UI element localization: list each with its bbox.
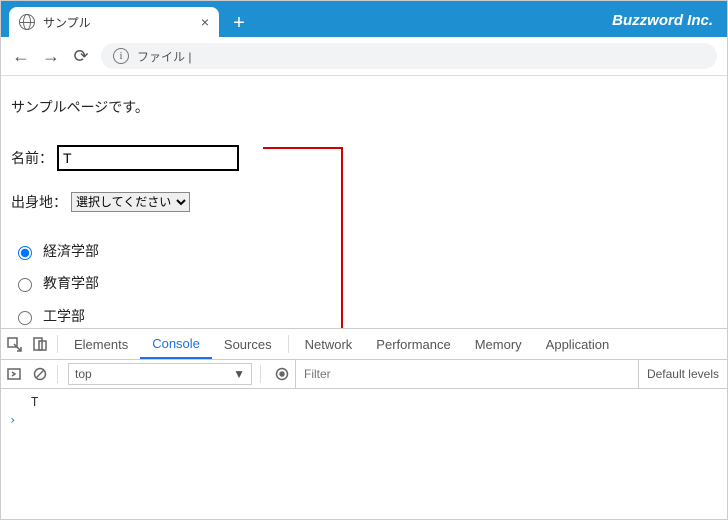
radio-engineering[interactable] — [18, 311, 32, 325]
intro-text: サンプルページです。 — [11, 94, 717, 121]
brand-text: Buzzword Inc. — [612, 12, 727, 37]
console-log-line: T — [1, 393, 727, 411]
inspect-icon[interactable] — [1, 329, 27, 359]
browser-titlebar: サンプル × + Buzzword Inc. — [1, 1, 727, 37]
reload-button[interactable]: ⟳ — [71, 46, 91, 67]
url-text: ファイル | — [137, 48, 191, 65]
new-tab-button[interactable]: + — [225, 9, 253, 37]
context-select[interactable]: top▼ — [68, 363, 252, 385]
forward-button[interactable]: → — [41, 46, 61, 67]
tab-performance[interactable]: Performance — [364, 329, 462, 359]
console-body: T › — [1, 389, 727, 519]
radio-row[interactable]: 教育学部 — [13, 270, 717, 297]
radio-education[interactable] — [18, 278, 32, 292]
info-icon: i — [113, 48, 129, 64]
console-prompt[interactable]: › — [1, 411, 727, 429]
tab-network[interactable]: Network — [293, 329, 365, 359]
origin-label: 出身地： — [11, 189, 67, 216]
tab-title: サンプル — [43, 14, 193, 31]
live-expression-icon[interactable] — [269, 359, 295, 389]
radio-label: 工学部 — [43, 303, 85, 330]
page-content: サンプルページです。 名前： 出身地： 選択してください 経済学部 教育学部 工… — [1, 76, 727, 354]
radio-label: 教育学部 — [43, 270, 99, 297]
tab-application[interactable]: Application — [534, 329, 622, 359]
console-sidebar-toggle-icon[interactable] — [1, 359, 27, 389]
device-toggle-icon[interactable] — [27, 329, 53, 359]
browser-toolbar: ← → ⟳ i ファイル | — [1, 37, 727, 76]
devtools-panel: Elements Console Sources Network Perform… — [1, 328, 727, 519]
tab-memory[interactable]: Memory — [463, 329, 534, 359]
radio-row[interactable]: 経済学部 — [13, 238, 717, 265]
console-controls: top▼ Default levels — [1, 360, 727, 389]
globe-icon — [19, 14, 35, 30]
tab-sources[interactable]: Sources — [212, 329, 284, 359]
radio-economics[interactable] — [18, 246, 32, 260]
name-input[interactable] — [57, 145, 239, 171]
origin-select[interactable]: 選択してください — [71, 192, 190, 212]
console-filter-input[interactable] — [295, 360, 638, 388]
name-label: 名前： — [11, 145, 53, 172]
browser-tab[interactable]: サンプル × — [9, 7, 219, 37]
back-button[interactable]: ← — [11, 46, 31, 67]
clear-console-icon[interactable] — [27, 359, 53, 389]
url-bar[interactable]: i ファイル | — [101, 43, 717, 69]
log-levels-select[interactable]: Default levels — [638, 360, 727, 388]
close-icon[interactable]: × — [201, 14, 209, 30]
radio-label: 経済学部 — [43, 238, 99, 265]
chevron-down-icon: ▼ — [233, 367, 245, 381]
tab-elements[interactable]: Elements — [62, 329, 140, 359]
tab-console[interactable]: Console — [140, 329, 212, 359]
devtools-tabs: Elements Console Sources Network Perform… — [1, 329, 727, 360]
radio-row[interactable]: 工学部 — [13, 303, 717, 330]
